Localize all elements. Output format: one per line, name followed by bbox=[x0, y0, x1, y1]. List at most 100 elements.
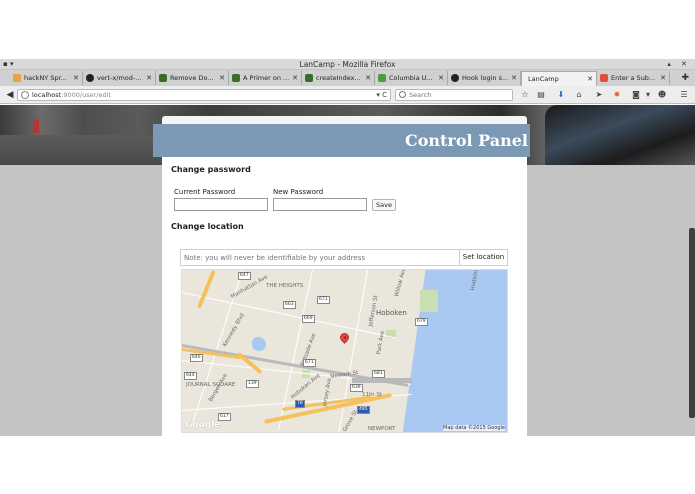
tab-hook-login[interactable]: Hook login s... ✕ bbox=[448, 71, 521, 85]
tab-label: vert-x/mod-... bbox=[97, 74, 142, 82]
current-password-label: Current Password bbox=[174, 188, 236, 196]
save-button[interactable]: Save bbox=[372, 199, 396, 211]
dropdown-icon[interactable]: ▾ bbox=[643, 90, 653, 100]
current-password-field[interactable] bbox=[174, 198, 268, 211]
firebug-icon[interactable]: ✹ bbox=[612, 90, 622, 100]
close-tab-icon[interactable]: ✕ bbox=[511, 71, 517, 85]
mongodb-favicon-icon bbox=[305, 74, 313, 82]
map-label: Hoboken bbox=[376, 309, 407, 317]
globe-icon bbox=[21, 91, 29, 99]
github-favicon-icon bbox=[451, 74, 459, 82]
map-label: THE HEIGHTS bbox=[266, 283, 304, 289]
github-favicon-icon bbox=[86, 74, 94, 82]
map-park bbox=[420, 290, 438, 312]
tab-strip: hackNY Spr... ✕ vert-x/mod-... ✕ Remove … bbox=[0, 70, 695, 86]
route-shield: 671 bbox=[317, 296, 330, 304]
downloads-icon[interactable]: ⬇ bbox=[556, 90, 566, 100]
route-shield: 644 bbox=[184, 372, 197, 380]
map-label: NEWPORT bbox=[368, 426, 396, 432]
hero-hydrant bbox=[33, 119, 39, 133]
tab-label: Columbia U... bbox=[389, 74, 433, 82]
tab-label: LanCamp bbox=[528, 75, 559, 83]
hero-street bbox=[0, 135, 160, 165]
back-arrow-icon[interactable]: ◀ bbox=[4, 89, 16, 101]
close-tab-icon[interactable]: ✕ bbox=[587, 72, 593, 86]
home-icon[interactable]: ⌂ bbox=[574, 90, 584, 100]
map-pond bbox=[252, 337, 266, 351]
location-input[interactable] bbox=[180, 249, 459, 266]
mongodb-favicon-icon bbox=[232, 74, 240, 82]
route-shield: 663 bbox=[283, 301, 296, 309]
close-tab-icon[interactable]: ✕ bbox=[73, 71, 79, 85]
close-tab-icon[interactable]: ✕ bbox=[219, 71, 225, 85]
new-tab-icon[interactable]: ✚ bbox=[681, 71, 689, 85]
route-shield: 671 bbox=[303, 359, 316, 367]
map-marker-icon[interactable] bbox=[338, 331, 351, 344]
location-map[interactable]: THE HEIGHTS Hoboken JOURNAL SQUARE NEWPO… bbox=[181, 269, 508, 433]
panel-header: Control Panel bbox=[153, 124, 530, 157]
new-password-label: New Password bbox=[273, 188, 324, 196]
new-password-field[interactable] bbox=[273, 198, 367, 211]
reading-list-icon[interactable]: ▤ bbox=[536, 90, 546, 100]
map-attribution: Map data ©2015 Google bbox=[443, 425, 505, 431]
route-shield: 639 bbox=[350, 384, 363, 392]
map-highway bbox=[197, 270, 216, 309]
close-tab-icon[interactable]: ✕ bbox=[438, 71, 444, 85]
reload-icon[interactable]: ▾ C bbox=[376, 90, 387, 100]
bookmark-star-icon[interactable]: ☆ bbox=[520, 90, 530, 100]
set-location-button[interactable]: Set location bbox=[459, 249, 508, 266]
change-location-heading: Change location bbox=[171, 222, 244, 231]
tab-lancamp[interactable]: LanCamp ✕ bbox=[521, 71, 597, 86]
screen: ▪ ▾ LanCamp - Mozilla Firefox ▴ ✕ hackNY… bbox=[0, 0, 695, 494]
tab-remove-do[interactable]: Remove Do... ✕ bbox=[156, 71, 229, 85]
tab-enter-sub[interactable]: Enter a Sub... ✕ bbox=[597, 71, 670, 85]
mongodb-favicon-icon bbox=[159, 74, 167, 82]
page-scrollbar[interactable] bbox=[689, 228, 695, 418]
search-bar[interactable] bbox=[395, 89, 513, 101]
route-shield: 78 bbox=[295, 400, 305, 408]
tab-label: Hook login s... bbox=[462, 74, 509, 82]
url-text: localhost:9000/user/edit bbox=[32, 91, 111, 99]
tab-vertx[interactable]: vert-x/mod-... ✕ bbox=[83, 71, 156, 85]
tab-hackny[interactable]: hackNY Spr... ✕ bbox=[10, 71, 83, 85]
map-rail-yard bbox=[352, 378, 412, 383]
map-label: 11th St bbox=[362, 392, 383, 398]
route-shield: 646 bbox=[190, 354, 203, 362]
search-input[interactable] bbox=[409, 90, 509, 100]
tab-createindex[interactable]: createIndex... ✕ bbox=[302, 71, 375, 85]
window-titlebar: ▪ ▾ LanCamp - Mozilla Firefox ▴ ✕ bbox=[0, 59, 695, 70]
google-logo: Google bbox=[185, 420, 221, 430]
close-tab-icon[interactable]: ✕ bbox=[365, 71, 371, 85]
change-password-heading: Change password bbox=[171, 165, 251, 174]
route-shield: 495 bbox=[357, 406, 370, 414]
search-icon bbox=[399, 91, 406, 98]
tab-label: Enter a Sub... bbox=[611, 74, 656, 82]
route-shield: 681 bbox=[372, 370, 385, 378]
screenshot-icon[interactable]: ◙ bbox=[631, 90, 641, 100]
tab-label: A Primer on ... bbox=[243, 74, 290, 82]
columbia-favicon-icon bbox=[378, 74, 386, 82]
tab-primer[interactable]: A Primer on ... ✕ bbox=[229, 71, 302, 85]
map-road bbox=[182, 292, 398, 339]
page-title: Control Panel bbox=[404, 131, 528, 150]
route-shield: 679 bbox=[415, 318, 428, 326]
tab-label: hackNY Spr... bbox=[24, 74, 67, 82]
url-bar[interactable]: localhost:9000/user/edit ▾ C bbox=[17, 89, 391, 101]
close-tab-icon[interactable]: ✕ bbox=[292, 71, 298, 85]
window-title: LanCamp - Mozilla Firefox bbox=[299, 60, 396, 69]
send-icon[interactable]: ➤ bbox=[594, 90, 604, 100]
window-controls[interactable]: ▴ ✕ bbox=[667, 59, 691, 70]
close-tab-icon[interactable]: ✕ bbox=[660, 71, 666, 85]
route-shield: 669 bbox=[302, 315, 315, 323]
submission-favicon-icon bbox=[600, 74, 608, 82]
close-tab-icon[interactable]: ✕ bbox=[146, 71, 152, 85]
nav-toolbar: ◀ localhost:9000/user/edit ▾ C ☆ ▤ ⬇ ⌂ ➤… bbox=[0, 86, 695, 104]
tab-columbia[interactable]: Columbia U... ✕ bbox=[375, 71, 448, 85]
tab-label: Remove Do... bbox=[170, 74, 214, 82]
page-viewport: Control Panel Change password Current Pa… bbox=[0, 105, 695, 436]
map-label: JOURNAL SQUARE bbox=[186, 382, 236, 388]
hackny-favicon-icon bbox=[13, 74, 21, 82]
hamburger-menu-icon[interactable]: ☰ bbox=[679, 90, 689, 100]
tab-label: createIndex... bbox=[316, 74, 361, 82]
chat-icon[interactable]: ☻ bbox=[657, 90, 667, 100]
